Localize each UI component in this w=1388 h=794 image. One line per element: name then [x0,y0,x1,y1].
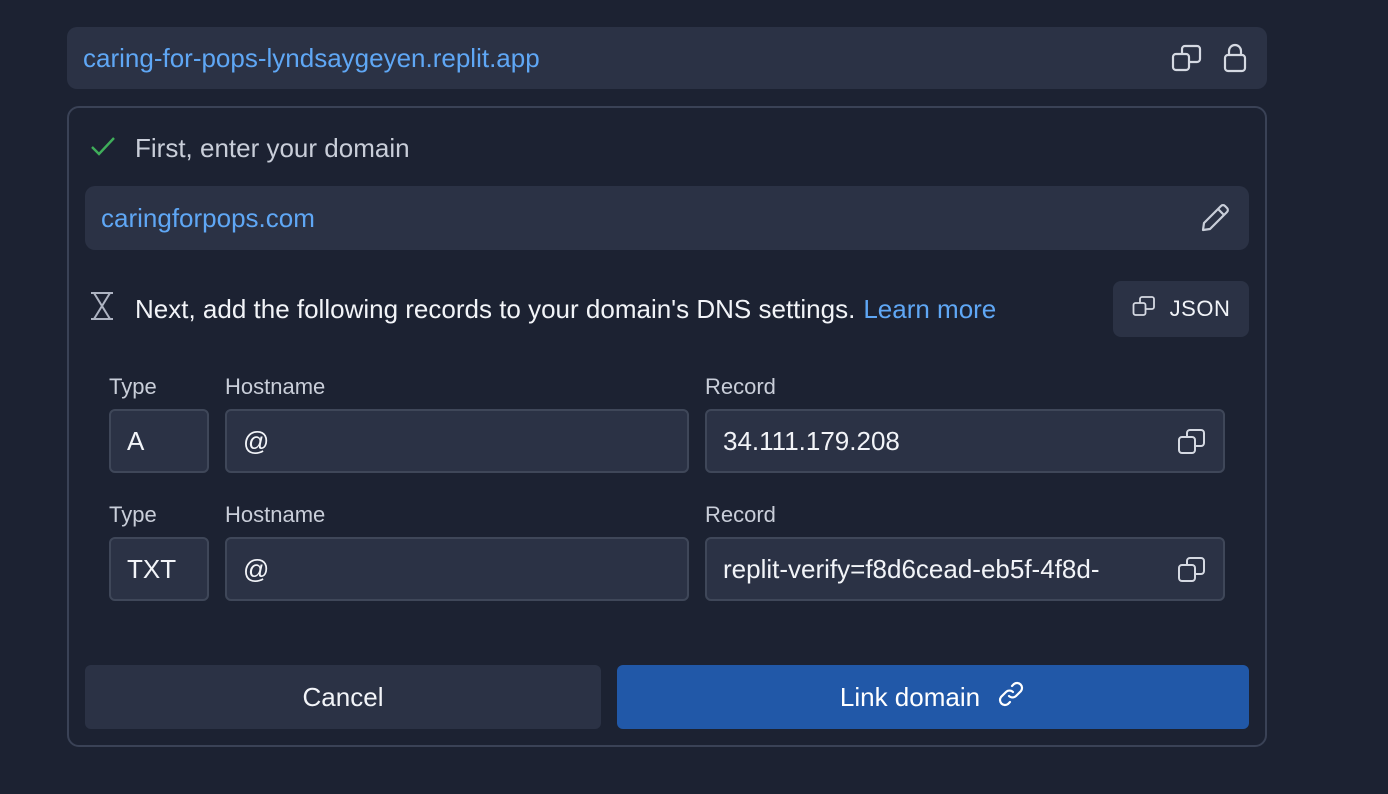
hostname-field[interactable]: @ [225,537,689,601]
record-value: replit-verify=f8d6cead-eb5f-4f8d- [723,554,1100,584]
record-type-field[interactable]: A [109,409,209,473]
hourglass-icon [89,291,119,328]
custom-domain-panel: First, enter your domain caringforpops.c… [67,106,1267,747]
copy-icon [1132,295,1170,323]
record-value: 34.111.179.208 [723,426,900,456]
copy-json-button[interactable]: JSON [1113,281,1249,337]
hostname-label: Hostname [225,502,326,527]
record-type-value: A [127,426,145,456]
step-add-records-label: Next, add the following records to your … [135,293,856,324]
domain-value: caringforpops.com [101,203,315,233]
hostname-value: @ [243,426,270,456]
json-button-label: JSON [1169,296,1231,321]
step-enter-domain: First, enter your domain [89,128,410,168]
app-url-bar: caring-for-pops-lyndsaygeyen.replit.app [67,27,1267,89]
lock-icon [1223,42,1247,74]
hostname-label: Hostname [225,374,326,399]
copy-icon[interactable] [1177,555,1207,585]
hostname-field[interactable]: @ [225,409,689,473]
cancel-button[interactable]: Cancel [85,665,601,729]
pencil-icon[interactable] [1199,202,1231,234]
record-type-field[interactable]: TXT [109,537,209,601]
app-url-text: caring-for-pops-lyndsaygeyen.replit.app [83,43,540,73]
copy-icon[interactable] [1171,43,1203,73]
learn-more-link[interactable]: Learn more [863,294,996,325]
record-label: Record [705,502,776,527]
record-value-field[interactable]: 34.111.179.208 [705,409,1225,473]
type-label: Type [109,502,157,527]
link-domain-button[interactable]: Link domain [617,665,1249,729]
record-label: Record [705,374,776,399]
link-icon [980,679,1026,716]
type-label: Type [109,374,157,399]
step-add-records: Next, add the following records to your … [89,288,996,330]
domain-input[interactable]: caringforpops.com [85,186,1249,250]
record-value-field[interactable]: replit-verify=f8d6cead-eb5f-4f8d- [705,537,1225,601]
record-type-value: TXT [127,554,177,584]
check-icon [89,133,119,164]
step-enter-domain-label: First, enter your domain [135,132,410,163]
link-domain-label: Link domain [839,681,981,712]
hostname-value: @ [243,554,270,584]
copy-icon[interactable] [1177,427,1207,457]
